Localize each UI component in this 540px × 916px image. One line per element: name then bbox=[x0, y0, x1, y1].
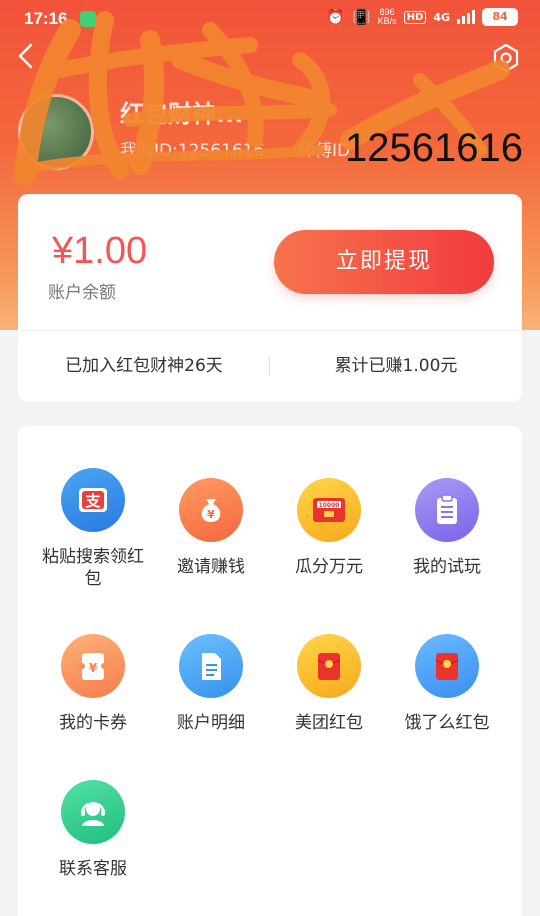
app-notification-icon bbox=[80, 11, 96, 27]
vibrate-icon: 📳 bbox=[351, 8, 371, 26]
username: 红包财神... bbox=[120, 100, 244, 128]
menu-card: 支 粘贴搜索领红包 ¥ 邀请赚钱 10000 瓜分万元 我的试玩 ¥ 我的卡券 … bbox=[18, 426, 522, 916]
balance-amount: ¥1.00 bbox=[52, 230, 148, 272]
battery-indicator: 84 bbox=[482, 8, 518, 26]
meituan-red-envelope-icon bbox=[297, 634, 361, 698]
balance-card: ¥1.00 账户余额 立即提现 已加入红包财神26天 累计已赚1.00元 bbox=[18, 194, 522, 402]
menu-label: 瓜分万元 bbox=[295, 557, 363, 577]
menu-label: 我的试玩 bbox=[413, 557, 481, 577]
menu-label: 粘贴搜索领红包 bbox=[42, 547, 144, 589]
red-envelope-10000-icon: 10000 bbox=[297, 478, 361, 542]
menu-label: 我的卡券 bbox=[59, 713, 127, 733]
avatar[interactable] bbox=[18, 94, 94, 170]
network-speed-unit: KB/s bbox=[377, 16, 397, 26]
menu-label: 美团红包 bbox=[295, 713, 363, 733]
svg-text:支: 支 bbox=[84, 492, 101, 510]
network-speed: 896 KB/s bbox=[378, 8, 397, 26]
eleme-red-envelope-icon bbox=[415, 634, 479, 698]
earned-total: 累计已赚1.00元 bbox=[334, 356, 458, 376]
status-time: 17:16 bbox=[24, 9, 68, 28]
money-bag-icon: ¥ bbox=[179, 478, 243, 542]
menu-label: 饿了么红包 bbox=[404, 713, 490, 733]
menu-item-my-coupons[interactable]: ¥ 我的卡券 bbox=[34, 634, 152, 734]
hd-badge: HD bbox=[403, 10, 427, 24]
balance-label: 账户余额 bbox=[48, 283, 116, 303]
menu-item-eleme-redpacket[interactable]: 饿了么红包 bbox=[388, 634, 506, 734]
menu-label: 账户明细 bbox=[177, 713, 245, 733]
clipboard-icon bbox=[415, 478, 479, 542]
menu-item-paste-search[interactable]: 支 粘贴搜索领红包 bbox=[34, 468, 152, 590]
signal-icon bbox=[457, 10, 475, 24]
withdraw-button[interactable]: 立即提现 bbox=[274, 230, 494, 294]
status-indicators: ⏰ 📳 896 KB/s HD 4G 84 bbox=[326, 8, 518, 26]
coupon-icon: ¥ bbox=[61, 634, 125, 698]
document-icon bbox=[179, 634, 243, 698]
back-button[interactable] bbox=[12, 40, 42, 72]
menu-label: 邀请赚钱 bbox=[177, 557, 245, 577]
customer-service-icon bbox=[61, 780, 125, 844]
status-bar: 17:16 ⏰ 📳 896 KB/s HD 4G 84 bbox=[0, 0, 540, 40]
menu-label: 联系客服 bbox=[59, 859, 127, 879]
menu-item-invite[interactable]: ¥ 邀请赚钱 bbox=[152, 478, 270, 578]
master-id-label: 师傅ID bbox=[298, 141, 351, 161]
gear-icon bbox=[493, 43, 519, 73]
overlay-id-number: 12561616 bbox=[345, 126, 523, 170]
menu-item-account-details[interactable]: 账户明细 bbox=[152, 634, 270, 734]
menu-item-customer-service[interactable]: 联系客服 bbox=[34, 780, 152, 880]
alarm-icon: ⏰ bbox=[326, 8, 345, 26]
network-type: 4G bbox=[433, 10, 450, 24]
svg-text:¥: ¥ bbox=[207, 508, 215, 521]
menu-item-meituan-redpacket[interactable]: 美团红包 bbox=[270, 634, 388, 734]
menu-item-split-money[interactable]: 10000 瓜分万元 bbox=[270, 478, 388, 578]
joined-days: 已加入红包财神26天 bbox=[65, 356, 223, 376]
menu-item-my-trials[interactable]: 我的试玩 bbox=[388, 478, 506, 578]
settings-button[interactable] bbox=[490, 42, 522, 74]
svg-text:10000: 10000 bbox=[319, 502, 340, 509]
my-id: 我的ID:12561616 bbox=[120, 141, 265, 161]
alipay-icon: 支 bbox=[61, 468, 125, 532]
chevron-left-icon bbox=[18, 43, 33, 69]
svg-text:¥: ¥ bbox=[89, 661, 98, 675]
